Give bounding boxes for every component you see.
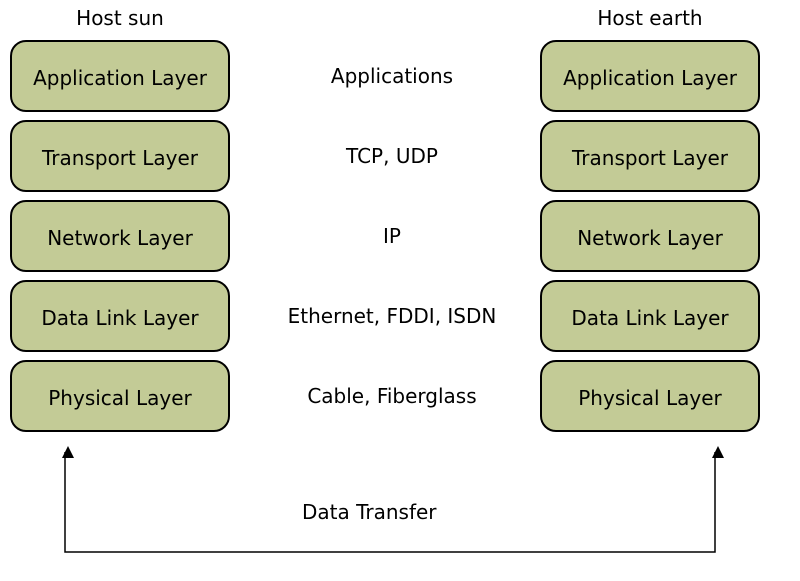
diagram-canvas: Host sun Host earth Application Layer Tr… [0, 0, 800, 581]
data-transfer-arrow [0, 0, 800, 581]
